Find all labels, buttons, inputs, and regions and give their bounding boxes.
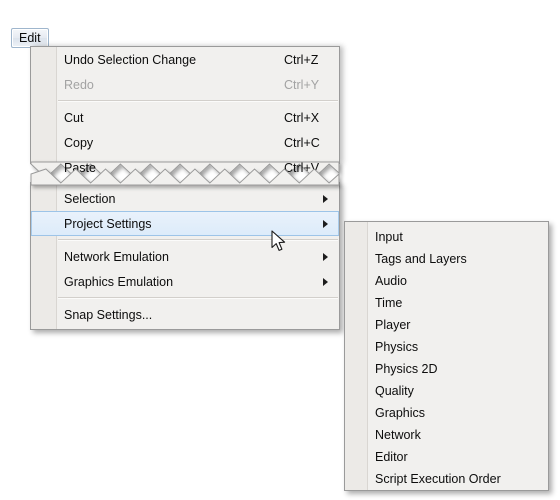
menu-item-label: Undo Selection Change: [64, 52, 197, 67]
menu-separator: [58, 239, 338, 241]
submenu-chevron-right-icon: [323, 277, 328, 286]
submenu-item-physics[interactable]: Physics: [345, 336, 548, 358]
submenu-chevron-right-icon: [323, 219, 328, 228]
submenu-item-label: Input: [375, 230, 403, 244]
submenu-chevron-right-icon: [323, 252, 328, 261]
menu-item-label: Selection: [64, 191, 116, 206]
menu-item-label: Paste: [64, 160, 96, 175]
menu-item-shortcut: Ctrl+X: [284, 110, 320, 125]
menu-separator: [58, 297, 338, 299]
menu-item-shortcut: Ctrl+Y: [284, 77, 320, 92]
submenu-item-time[interactable]: Time: [345, 292, 548, 314]
submenu-item-label: Physics 2D: [375, 362, 438, 376]
menu-item-cut[interactable]: Cut Ctrl+X: [31, 105, 339, 130]
menu-item-label: Network Emulation: [64, 249, 169, 264]
menu-item-label: Copy: [64, 135, 94, 150]
submenu-item-physics-2d[interactable]: Physics 2D: [345, 358, 548, 380]
submenu-item-label: Network: [375, 428, 421, 442]
submenu-item-player[interactable]: Player: [345, 314, 548, 336]
submenu-item-label: Graphics: [375, 406, 426, 420]
menu-item-shortcut: Ctrl+C: [284, 135, 320, 150]
submenu-item-audio[interactable]: Audio: [345, 270, 548, 292]
edit-menu-continued-items: Selection Project Settings Network Emulati…: [31, 182, 339, 327]
submenu-item-network[interactable]: Network: [345, 424, 548, 446]
edit-menu-panel-continued: Selection Project Settings Network Emulati…: [30, 168, 340, 330]
project-settings-submenu-panel: Input Tags and Layers Audio Time Player Physi…: [344, 221, 549, 491]
menu-item-label: Cut: [64, 110, 84, 125]
edit-menu-items: Undo Selection Change Ctrl+Z Redo Ctrl+Y Cut…: [31, 47, 339, 180]
submenu-item-input[interactable]: Input: [345, 226, 548, 248]
menu-item-snap-settings[interactable]: Snap Settings...: [31, 302, 339, 327]
submenu-item-label: Time: [375, 296, 403, 310]
submenu-item-script-execution-order[interactable]: Script Execution Order: [345, 468, 548, 490]
submenu-item-label: Physics: [375, 340, 419, 354]
submenu-item-label: Quality: [375, 384, 414, 398]
project-settings-submenu-items: Input Tags and Layers Audio Time Player Physi…: [345, 222, 548, 494]
submenu-item-editor[interactable]: Editor: [345, 446, 548, 468]
menubar-item-edit-label: Edit: [19, 31, 41, 45]
menu-item-label: Graphics Emulation: [64, 274, 174, 289]
menu-item-label: Project Settings: [64, 216, 152, 231]
submenu-item-quality[interactable]: Quality: [345, 380, 548, 402]
menu-item-redo: Redo Ctrl+Y: [31, 72, 339, 97]
menubar-item-edit[interactable]: Edit: [11, 28, 49, 48]
menu-item-paste[interactable]: Paste Ctrl+V: [31, 155, 339, 180]
menu-item-graphics-emulation[interactable]: Graphics Emulation: [31, 269, 339, 294]
submenu-item-graphics[interactable]: Graphics: [345, 402, 548, 424]
submenu-item-label: Tags and Layers: [375, 252, 467, 266]
submenu-chevron-right-icon: [323, 194, 328, 203]
menu-item-network-emulation[interactable]: Network Emulation: [31, 244, 339, 269]
menu-item-undo-selection-change[interactable]: Undo Selection Change Ctrl+Z: [31, 47, 339, 72]
menu-item-shortcut: Ctrl+V: [284, 160, 320, 175]
submenu-item-label: Audio: [375, 274, 407, 288]
menu-item-label: Snap Settings...: [64, 307, 153, 322]
menu-separator: [58, 100, 338, 102]
menu-item-label: Redo: [64, 77, 94, 92]
edit-menu-panel: Undo Selection Change Ctrl+Z Redo Ctrl+Y Cut…: [30, 46, 340, 179]
menu-item-selection[interactable]: Selection: [31, 186, 339, 211]
menu-item-copy[interactable]: Copy Ctrl+C: [31, 130, 339, 155]
submenu-item-label: Player: [375, 318, 411, 332]
menu-item-shortcut: Ctrl+Z: [284, 52, 319, 67]
submenu-item-label: Script Execution Order: [375, 472, 501, 486]
menu-item-project-settings[interactable]: Project Settings: [31, 211, 339, 236]
submenu-item-tags-and-layers[interactable]: Tags and Layers: [345, 248, 548, 270]
submenu-item-label: Editor: [375, 450, 408, 464]
